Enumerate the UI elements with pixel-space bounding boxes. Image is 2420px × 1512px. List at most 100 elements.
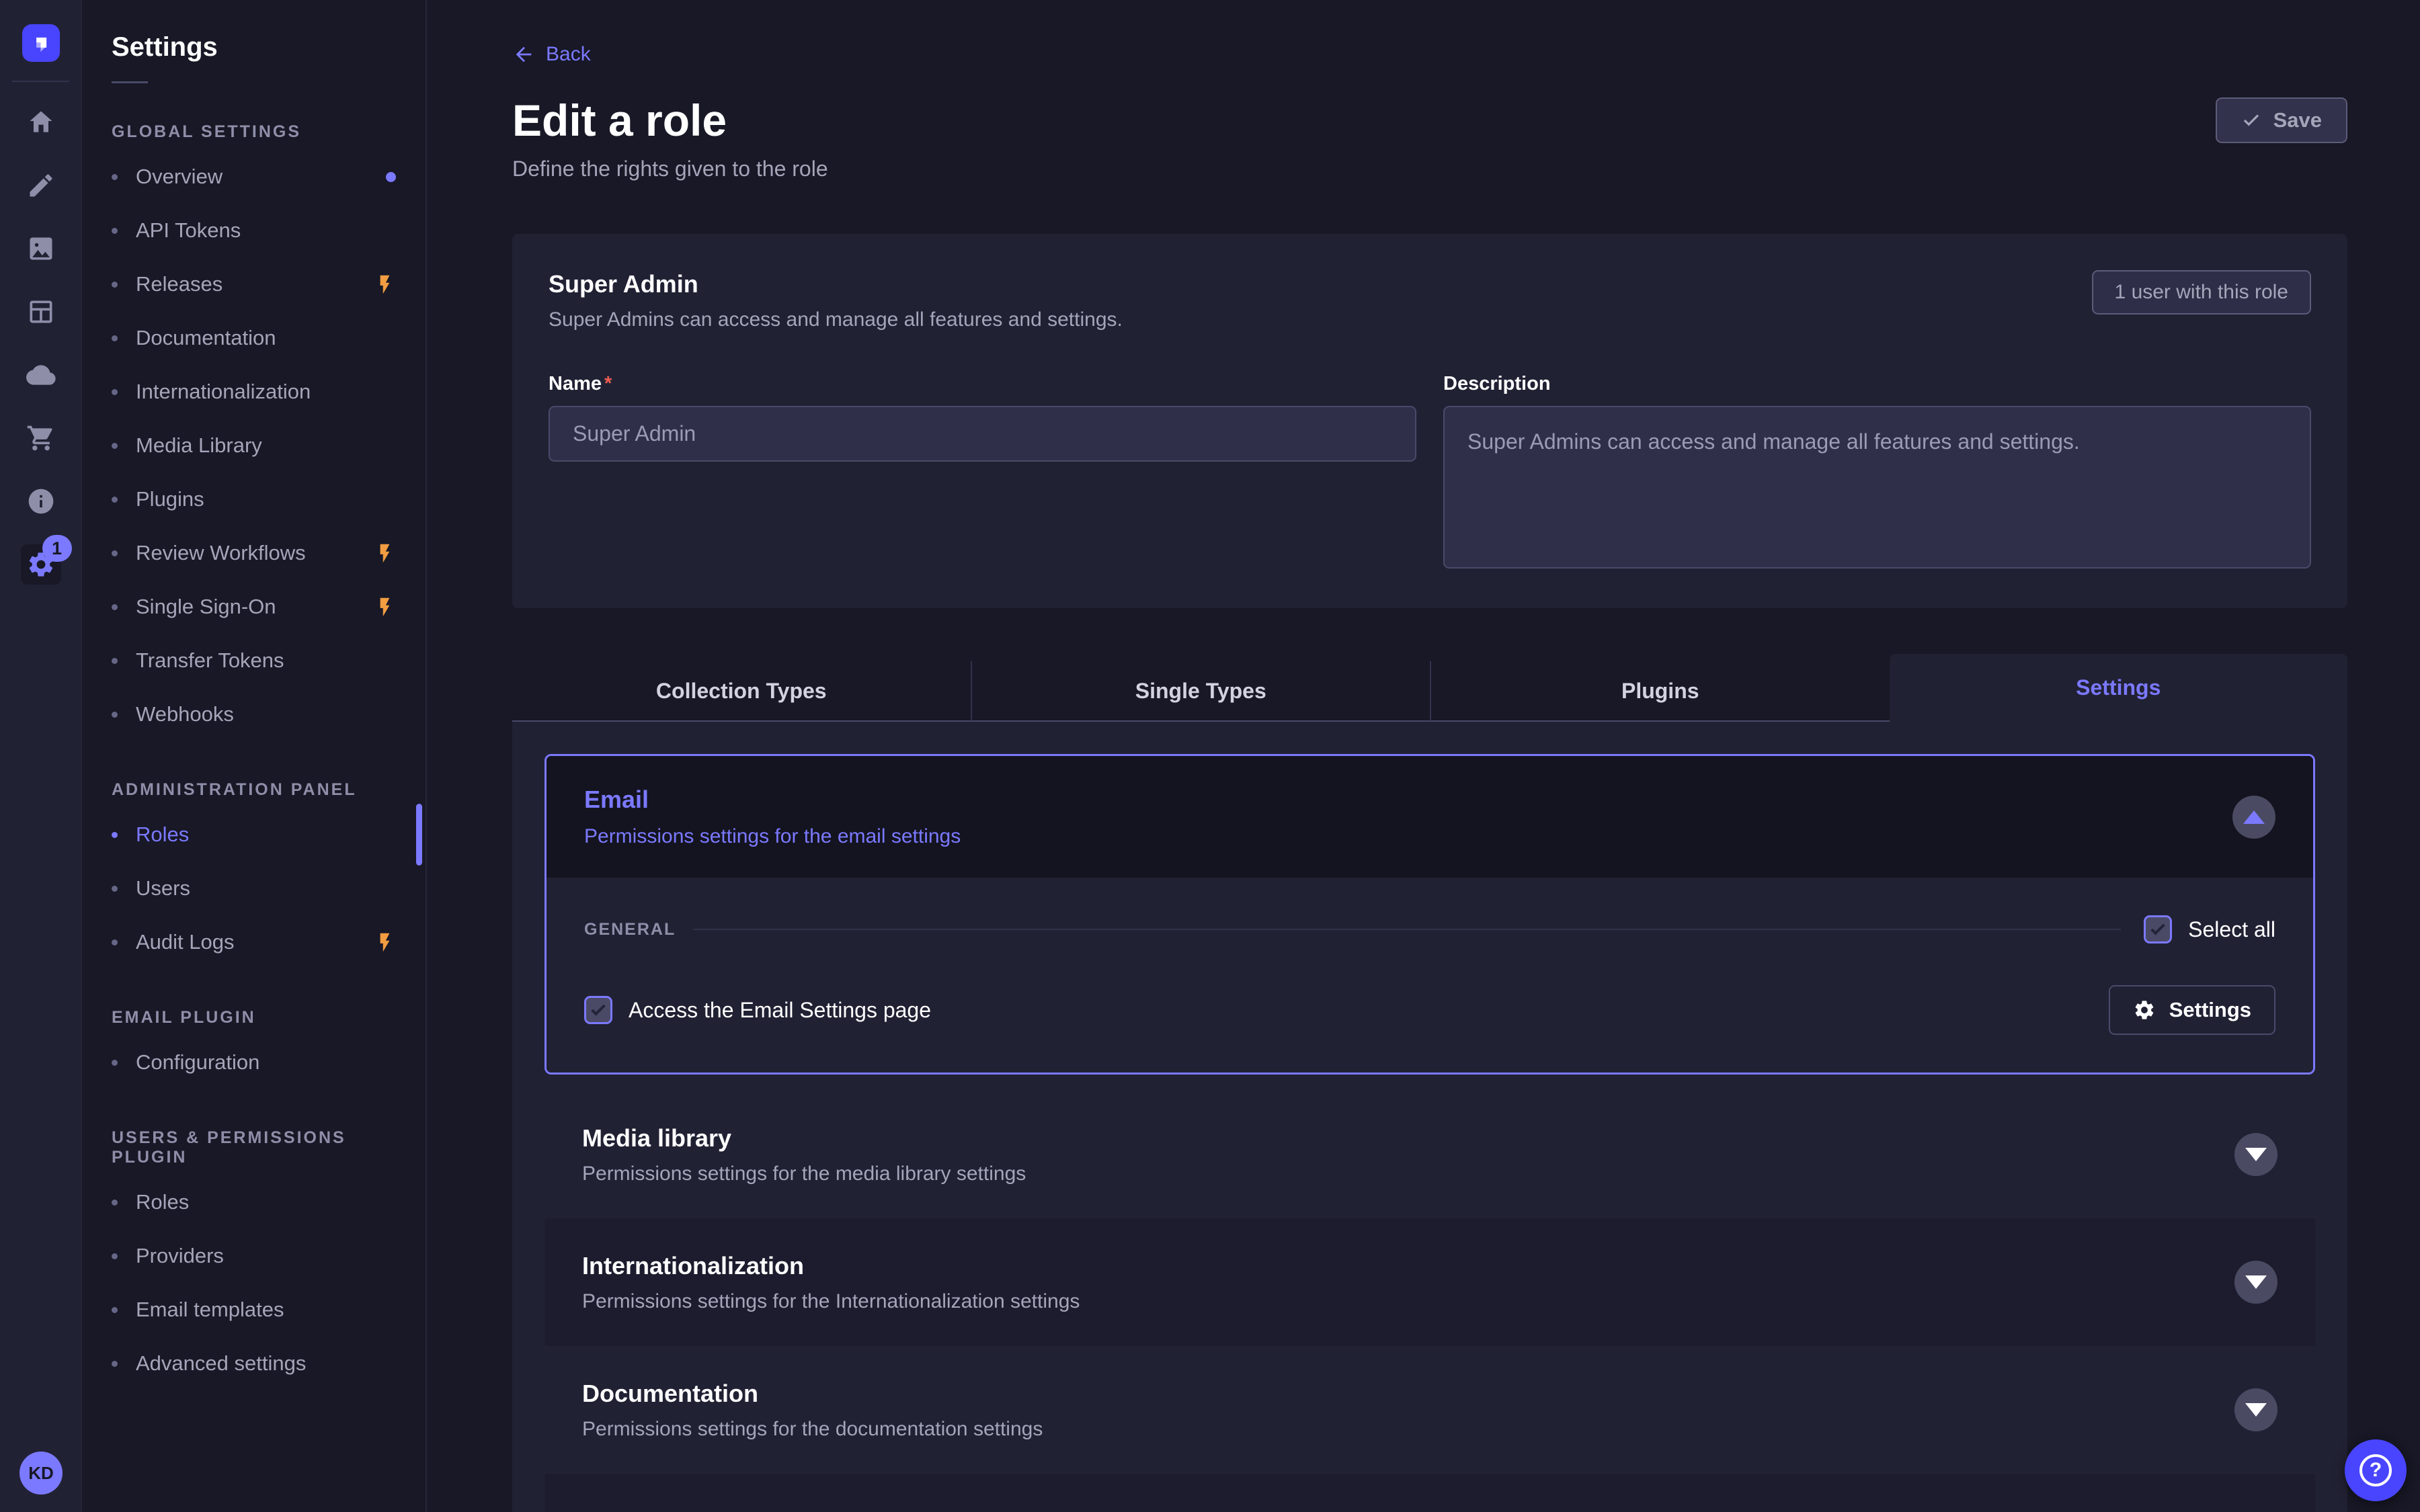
- main-nav-rail: 1 KD: [0, 0, 82, 1512]
- subnav-item-api-tokens[interactable]: API Tokens: [82, 204, 426, 257]
- user-avatar[interactable]: KD: [19, 1452, 63, 1495]
- bullet-icon: [112, 389, 118, 395]
- role-card-titles: Super Admin Super Admins can access and …: [549, 270, 1123, 331]
- rail-item-home[interactable]: [21, 102, 61, 142]
- subnav-item-configuration[interactable]: Configuration: [82, 1036, 426, 1089]
- tab-single-types[interactable]: Single Types: [971, 661, 1430, 722]
- subnav-item-audit-logs[interactable]: Audit Logs: [82, 915, 426, 969]
- save-label: Save: [2273, 108, 2322, 132]
- subnav-item-documentation[interactable]: Documentation: [82, 311, 426, 365]
- email-settings-button[interactable]: Settings: [2109, 985, 2275, 1035]
- documentation-icon: [26, 487, 56, 516]
- rail-item-content-manager[interactable]: [21, 165, 61, 206]
- rail-item-content-type-builder[interactable]: [21, 292, 61, 332]
- subnav-item-transfer-tokens[interactable]: Transfer Tokens: [82, 634, 426, 687]
- email-permission-row: Access the Email Settings page Settings: [584, 985, 2275, 1035]
- select-all-checkbox[interactable]: Select all: [2144, 915, 2275, 943]
- tab-settings[interactable]: Settings: [1890, 654, 2348, 722]
- select-all-label: Select all: [2188, 917, 2275, 942]
- bullet-icon: [112, 1200, 118, 1206]
- lightning-bolt-icon: [374, 274, 396, 296]
- subnav-item-review-workflows[interactable]: Review Workflows: [82, 526, 426, 580]
- settings-subnav: Settings GLOBAL SETTINGSOverviewAPI Toke…: [82, 0, 427, 1512]
- subnav-list: OverviewAPI TokensReleases Documentation I…: [82, 150, 426, 741]
- strapi-logo[interactable]: [22, 24, 60, 62]
- subnav-item-internationalization[interactable]: Internationalization: [82, 365, 426, 419]
- rail-item-documentation[interactable]: [21, 481, 61, 521]
- bullet-icon: [112, 1060, 118, 1066]
- subnav-item-users[interactable]: Users: [82, 862, 426, 915]
- help-button[interactable]: ?: [2345, 1439, 2407, 1501]
- accordion-list: Media library Permissions settings for th…: [544, 1091, 2315, 1512]
- accordion-documentation[interactable]: DocumentationPermissions settings for th…: [544, 1346, 2315, 1474]
- notification-badge: 1: [42, 535, 72, 562]
- subnav-item-label: Users: [136, 876, 190, 900]
- email-accordion-header[interactable]: Email Permissions settings for the email…: [547, 756, 2313, 878]
- general-label: GENERAL: [584, 920, 676, 939]
- subnav-item-advanced-settings[interactable]: Advanced settings: [82, 1337, 426, 1390]
- subnav-item-label: Documentation: [136, 326, 276, 350]
- accordion-title: Media library: [582, 1124, 1026, 1152]
- subnav-item-overview[interactable]: Overview: [82, 150, 426, 204]
- bullet-icon: [112, 282, 118, 288]
- check-icon: [2241, 110, 2261, 130]
- back-link[interactable]: Back: [512, 43, 591, 66]
- main-content: Back Edit a role Save Define the rights …: [427, 0, 2420, 1512]
- bullet-icon: [112, 1307, 118, 1313]
- subnav-item-releases[interactable]: Releases: [82, 257, 426, 311]
- tab-collection-types[interactable]: Collection Types: [512, 661, 971, 722]
- collapse-email-button[interactable]: [2232, 796, 2275, 839]
- subnav-item-label: Plugins: [136, 487, 204, 511]
- description-field-group: Description Super Admins can access and …: [1443, 373, 2311, 572]
- rail-item-marketplace[interactable]: [21, 418, 61, 458]
- subnav-item-label: Providers: [136, 1244, 224, 1268]
- email-permissions-section: Email Permissions settings for the email…: [544, 754, 2315, 1075]
- subnav-item-providers[interactable]: Providers: [82, 1229, 426, 1283]
- subnav-item-label: Roles: [136, 823, 189, 847]
- expand-internationalization-button[interactable]: [2234, 1261, 2277, 1304]
- rail-item-settings[interactable]: 1: [21, 544, 61, 585]
- accordion-titles: DocumentationPermissions settings for th…: [582, 1380, 1043, 1441]
- subnav-title-divider: [112, 81, 148, 83]
- subnav-item-label: Internationalization: [136, 380, 311, 404]
- subnav-item-webhooks[interactable]: Webhooks: [82, 687, 426, 741]
- access-email-settings-checkbox[interactable]: Access the Email Settings page: [584, 996, 931, 1024]
- subnav-item-roles[interactable]: Roles: [82, 808, 426, 862]
- accordion-media-library[interactable]: Media library Permissions settings for th…: [544, 1091, 2315, 1218]
- subnav-item-label: Review Workflows: [136, 541, 306, 565]
- role-name-input[interactable]: [549, 406, 1416, 462]
- rail-item-media-library[interactable]: [21, 228, 61, 269]
- accordion-plugins-and-marketplace[interactable]: Plugins and marketplace: [544, 1474, 2315, 1512]
- required-asterisk: *: [604, 373, 612, 394]
- content-type-builder-icon: [26, 297, 56, 327]
- email-accordion-title: Email: [584, 786, 961, 814]
- name-label: Name*: [549, 373, 1416, 395]
- accordion-internationalization[interactable]: InternationalizationPermissions settings…: [544, 1218, 2315, 1346]
- lightning-bolt-icon: [374, 542, 396, 564]
- subnav-item-media-library[interactable]: Media Library: [82, 419, 426, 472]
- role-description-input[interactable]: Super Admins can access and manage all f…: [1443, 406, 2311, 569]
- email-accordion-body: GENERAL Select all Access the Email Sett…: [547, 878, 2313, 1073]
- bullet-icon: [112, 1253, 118, 1259]
- accordion-subtitle: Permissions settings for the documentati…: [582, 1418, 1043, 1441]
- permissions-card: Collection TypesSingle TypesPluginsSetti…: [512, 654, 2347, 1512]
- accordion-subtitle: Permissions settings for the media libra…: [582, 1163, 1026, 1185]
- save-button[interactable]: Save: [2216, 97, 2347, 143]
- tab-plugins[interactable]: Plugins: [1430, 661, 1890, 722]
- subnav-item-single-sign-on[interactable]: Single Sign-On: [82, 580, 426, 634]
- expand-documentation-button[interactable]: [2234, 1388, 2277, 1431]
- subnav-item-plugins[interactable]: Plugins: [82, 472, 426, 526]
- users-with-role-button[interactable]: 1 user with this role: [2092, 270, 2311, 314]
- chevron-down-icon: [2245, 1275, 2267, 1289]
- bullet-icon: [112, 335, 118, 341]
- rail-item-cloud[interactable]: [21, 355, 61, 395]
- home-icon: [26, 108, 56, 137]
- subnav-item-label: Webhooks: [136, 702, 234, 726]
- subnav-item-email-templates[interactable]: Email templates: [82, 1283, 426, 1337]
- app-window: 1 KD Settings GLOBAL SETTINGSOverviewAPI…: [0, 0, 2420, 1512]
- rail-divider: [12, 81, 69, 82]
- subnav-item-roles[interactable]: Roles: [82, 1175, 426, 1229]
- strapi-logo-icon: [28, 30, 54, 56]
- expand-media-library-button[interactable]: [2234, 1133, 2277, 1176]
- gear-icon: [2133, 999, 2156, 1021]
